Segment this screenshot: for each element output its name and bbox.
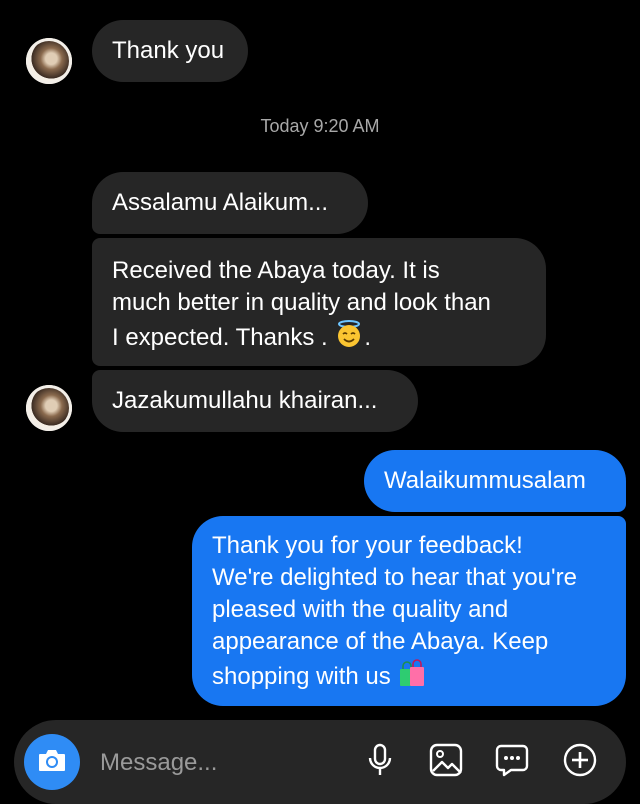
incoming-message[interactable]: Jazakumullahu khairan... bbox=[92, 370, 418, 432]
message-text: Jazakumullahu khairan... bbox=[112, 387, 378, 414]
contact-avatar[interactable] bbox=[26, 38, 72, 84]
shopping-bags-icon bbox=[397, 658, 427, 697]
smiling-face-with-halo-icon bbox=[334, 319, 364, 358]
camera-icon bbox=[37, 747, 67, 778]
outgoing-message[interactable]: Thank you for your feedback! We're delig… bbox=[192, 516, 626, 706]
gallery-icon bbox=[429, 743, 463, 782]
sticker-button[interactable] bbox=[492, 742, 532, 782]
incoming-message[interactable]: Assalamu Alaikum... bbox=[92, 172, 368, 234]
message-line: pleased with the quality and bbox=[212, 596, 509, 623]
message-input[interactable] bbox=[98, 742, 342, 784]
more-button[interactable] bbox=[560, 742, 600, 782]
message-line: Received the Abaya today. It is bbox=[112, 257, 440, 284]
microphone-button[interactable] bbox=[360, 742, 400, 782]
incoming-message[interactable]: Thank you bbox=[92, 20, 248, 82]
message-composer bbox=[14, 720, 626, 804]
outgoing-message[interactable]: Walaikummusalam bbox=[364, 450, 626, 512]
message-line: appearance of the Abaya. Keep bbox=[212, 628, 549, 655]
message-text: Walaikummusalam bbox=[384, 467, 586, 494]
contact-avatar[interactable] bbox=[26, 385, 72, 431]
message-line: We're delighted to hear that you're bbox=[212, 564, 577, 591]
microphone-icon bbox=[366, 743, 394, 782]
sticker-icon bbox=[495, 743, 529, 782]
message-text: Assalamu Alaikum... bbox=[112, 189, 329, 216]
camera-button[interactable] bbox=[24, 734, 80, 790]
message-line: Thank you for your feedback! bbox=[212, 532, 523, 559]
message-text: Thank you bbox=[112, 37, 225, 64]
incoming-message[interactable]: Received the Abaya today. It is much bet… bbox=[92, 238, 546, 366]
message-line: I expected. Thanks . bbox=[112, 323, 328, 351]
message-line: much better in quality and look than bbox=[112, 289, 491, 316]
message-punctuation: . bbox=[364, 323, 372, 351]
chat-timestamp: Today 9:20 AM bbox=[260, 116, 380, 136]
plus-icon bbox=[562, 742, 598, 783]
gallery-button[interactable] bbox=[426, 742, 466, 782]
message-line: shopping with us bbox=[212, 662, 391, 690]
